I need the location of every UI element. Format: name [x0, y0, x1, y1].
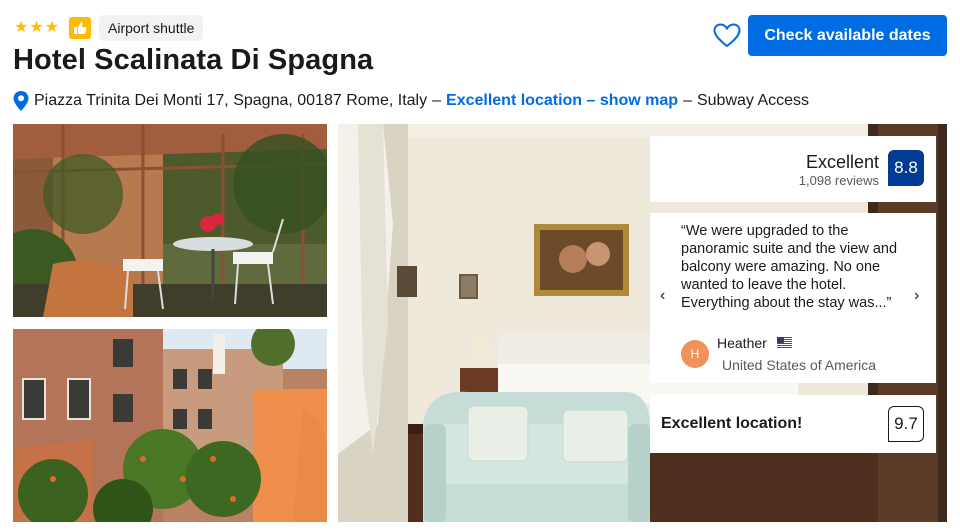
- avatar: H: [681, 340, 709, 368]
- reviewer-name: Heather: [717, 335, 767, 351]
- favorite-button[interactable]: [710, 20, 744, 50]
- subway-access-label: Subway Access: [696, 92, 810, 109]
- terrace-photo[interactable]: [13, 124, 327, 317]
- previous-review-arrow-icon[interactable]: ‹: [660, 287, 665, 305]
- show-map-link[interactable]: Excellent location – show map: [446, 92, 678, 110]
- hotel-address: Piazza Trinita Dei Monti 17, Spagna, 001…: [34, 92, 428, 109]
- hotel-title: Hotel Scalinata Di Spagna: [13, 44, 374, 76]
- address-separator: –: [683, 92, 692, 109]
- thumbs-up-icon[interactable]: [69, 17, 91, 39]
- review-score-card[interactable]: Excellent 1,098 reviews 8.8: [650, 136, 936, 202]
- reviewer-country: United States of America: [722, 357, 877, 373]
- review-score-badge: 8.8: [888, 150, 924, 186]
- rating-label: Excellent: [805, 152, 879, 172]
- facade-photo[interactable]: [13, 329, 327, 522]
- check-available-dates-button[interactable]: Check available dates: [748, 15, 947, 56]
- star-icon: ★: [29, 19, 44, 36]
- next-review-arrow-icon[interactable]: ›: [914, 287, 919, 305]
- star-icon: ★: [14, 19, 29, 36]
- guest-review-card: ‹ “We were upgraded to the panoramic sui…: [650, 213, 936, 383]
- airport-shuttle-badge: Airport shuttle: [99, 15, 204, 41]
- review-text: “We were upgraded to the panoramic suite…: [681, 223, 898, 311]
- review-count: 1,098 reviews: [798, 173, 879, 188]
- location-score-badge: 9.7: [888, 406, 924, 442]
- us-flag-icon: [777, 337, 792, 348]
- location-score-card[interactable]: Excellent location! 9.7: [650, 395, 936, 453]
- star-icon: ★: [44, 19, 60, 36]
- location-label: Excellent location!: [661, 415, 803, 432]
- star-rating: ★ ★ ★: [14, 20, 59, 36]
- heart-outline-icon: [713, 22, 741, 47]
- map-pin-icon: [13, 91, 29, 111]
- address-separator: –: [432, 92, 442, 109]
- address-row: Piazza Trinita Dei Monti 17, Spagna, 001…: [12, 90, 809, 112]
